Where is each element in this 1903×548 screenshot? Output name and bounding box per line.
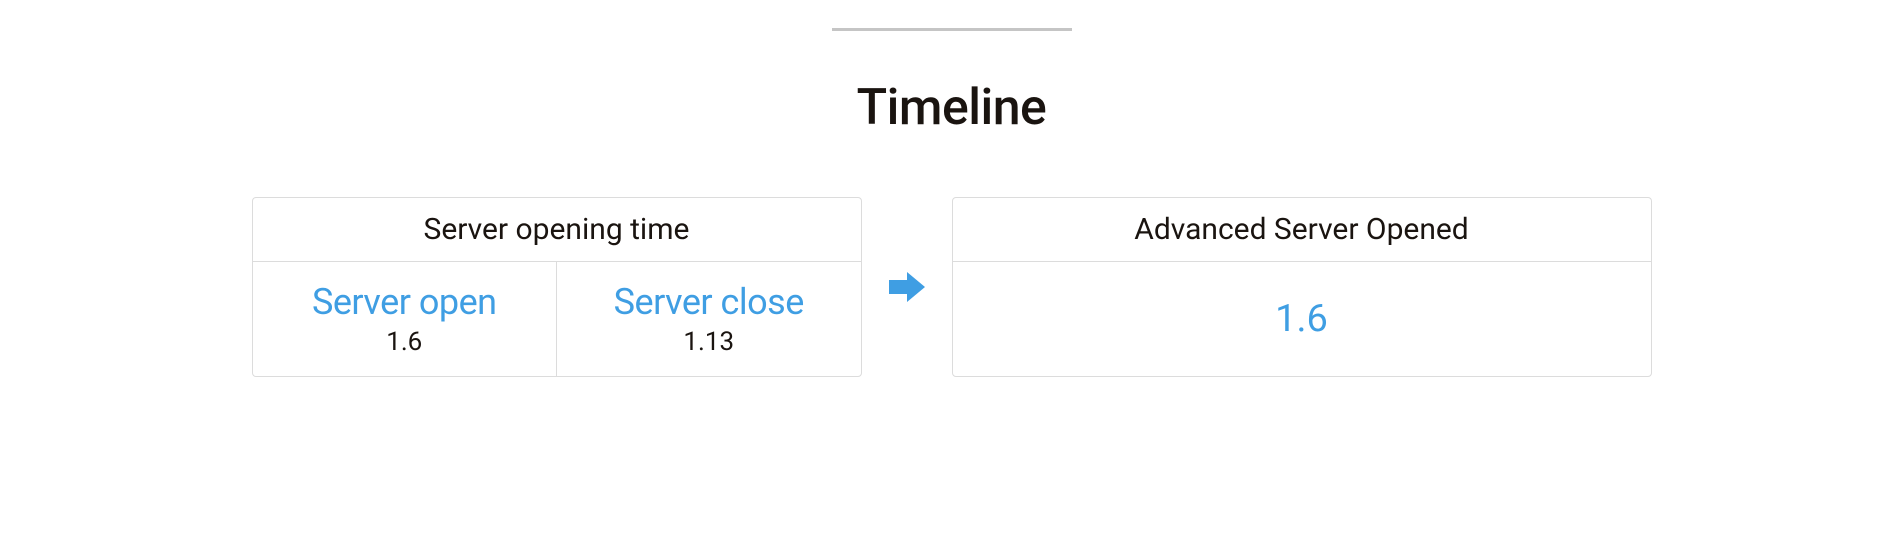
server-close-value: 1.13	[683, 327, 734, 357]
server-close-cell: Server close 1.13	[556, 262, 861, 376]
advanced-server-opened-value: 1.6	[1275, 297, 1328, 341]
timeline-container: Server opening time Server open 1.6 Serv…	[0, 197, 1903, 377]
arrow-container	[862, 197, 952, 377]
server-open-cell: Server open 1.6	[253, 262, 557, 376]
arrow-right-icon	[887, 267, 927, 307]
section-divider	[832, 28, 1072, 31]
server-opening-time-header: Server opening time	[253, 198, 861, 262]
server-opening-time-box: Server opening time Server open 1.6 Serv…	[252, 197, 862, 377]
timeline-title: Timeline	[0, 79, 1903, 137]
server-open-value: 1.6	[386, 327, 422, 357]
server-close-label: Server close	[614, 281, 804, 323]
server-opening-time-body: Server open 1.6 Server close 1.13	[253, 262, 861, 376]
advanced-server-opened-body: 1.6	[953, 262, 1651, 376]
advanced-server-opened-header: Advanced Server Opened	[953, 198, 1651, 262]
server-open-label: Server open	[312, 281, 497, 323]
advanced-server-opened-box: Advanced Server Opened 1.6	[952, 197, 1652, 377]
